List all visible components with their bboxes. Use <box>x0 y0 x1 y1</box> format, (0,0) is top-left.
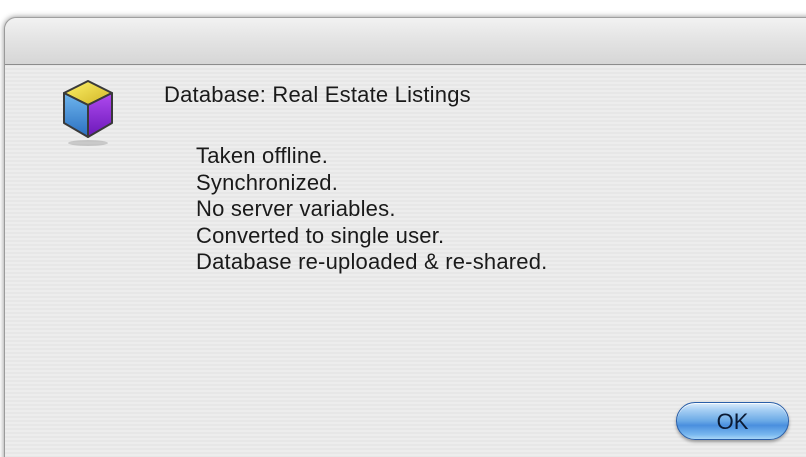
dialog-titlebar[interactable] <box>5 18 806 65</box>
status-message: Synchronized. <box>196 169 339 195</box>
dialog-heading: Database: Real Estate Listings <box>164 82 471 107</box>
status-message-list: Taken offline. Synchronized. No server v… <box>196 143 547 276</box>
database-cube-icon <box>60 77 116 151</box>
ok-button[interactable]: OK <box>676 402 789 440</box>
status-message: No server variables. <box>196 196 396 221</box>
screen: Database: Real Estate Listings Taken off… <box>0 0 806 457</box>
status-message: Taken offline. <box>196 143 329 168</box>
status-message: Database re-uploaded & re-shared. <box>196 249 548 274</box>
status-message: Converted to single user. <box>196 222 445 248</box>
